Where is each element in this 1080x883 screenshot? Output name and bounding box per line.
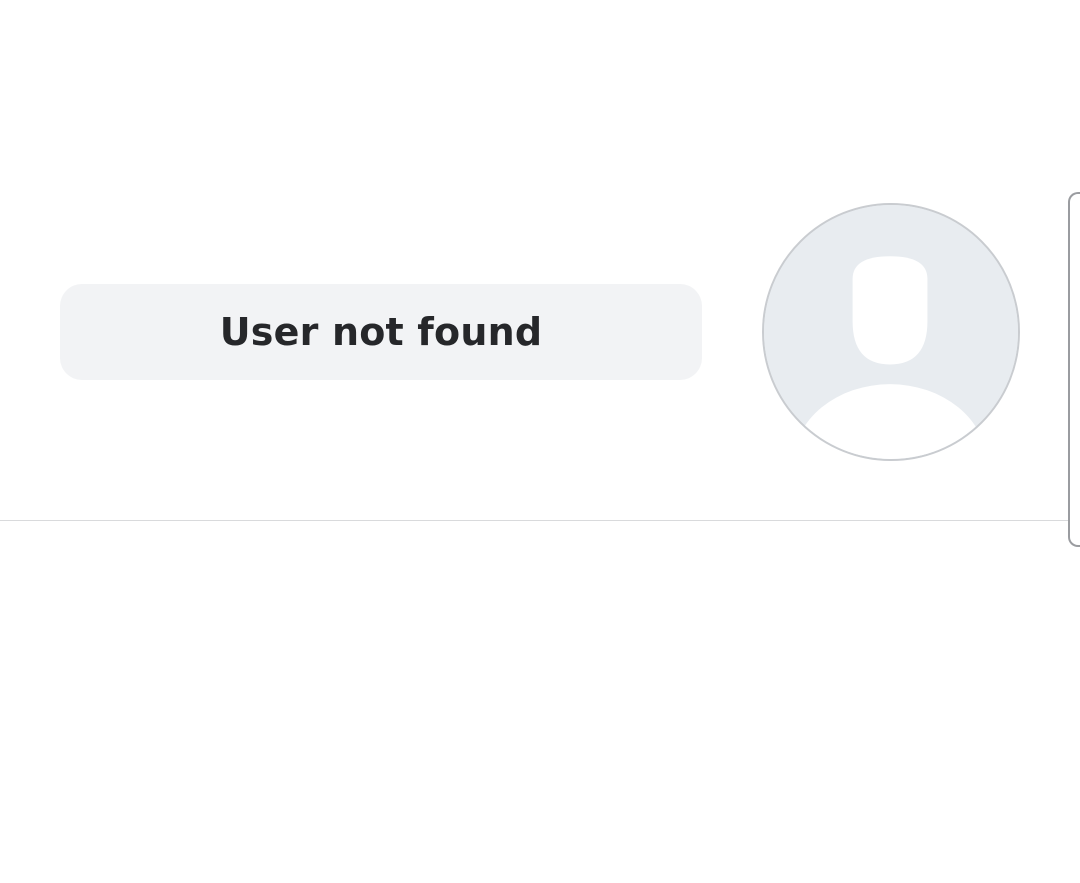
avatar[interactable]: [762, 203, 1020, 461]
status-message-text: User not found: [219, 310, 543, 354]
section-divider: [0, 520, 1080, 521]
side-panel-edge[interactable]: [1068, 192, 1080, 547]
status-message-pill: User not found: [60, 284, 702, 380]
default-user-icon: [764, 205, 1018, 459]
